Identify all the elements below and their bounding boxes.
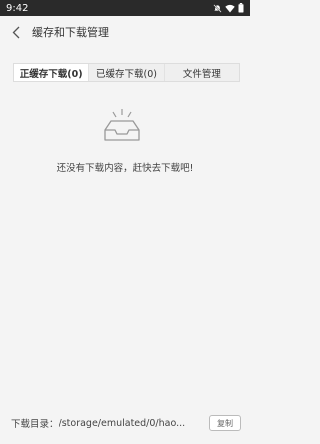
copy-button[interactable]: 复制 — [209, 415, 241, 431]
status-bar: 9:42 — [0, 0, 250, 16]
wifi-icon — [225, 4, 235, 13]
empty-tray-icon — [102, 108, 142, 142]
empty-state-message: 还没有下载内容，赶快去下载吧! — [56, 163, 194, 174]
status-icons — [213, 3, 244, 13]
tab-downloaded[interactable]: 已缓存下载(0) — [88, 64, 163, 81]
download-directory-footer: 下载目录： /storage/emulated/0/hao... 复制 — [11, 414, 241, 432]
tab-bar: 正缓存下载(0) 已缓存下载(0) 文件管理 — [13, 63, 240, 82]
back-arrow-icon[interactable] — [8, 23, 24, 41]
notification-off-icon — [213, 3, 222, 13]
header-bar: 缓存和下载管理 — [0, 16, 250, 48]
page-title: 缓存和下载管理 — [32, 26, 109, 39]
download-directory-label: 下载目录： — [11, 419, 59, 430]
status-time: 9:42 — [6, 2, 29, 14]
battery-icon — [238, 3, 244, 13]
tab-downloading[interactable]: 正缓存下载(0) — [14, 64, 89, 81]
download-directory-path: /storage/emulated/0/hao... — [58, 417, 186, 429]
tab-file-manager[interactable]: 文件管理 — [163, 64, 239, 81]
